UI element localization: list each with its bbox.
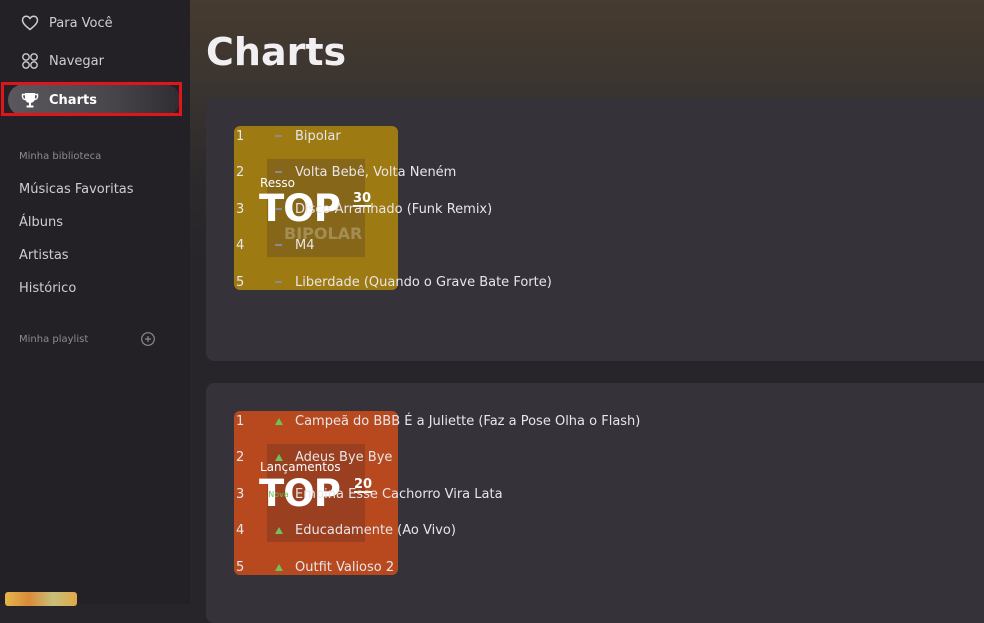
track-title: Liberdade (Quando o Grave Bate Forte) — [295, 274, 552, 290]
track-title: Adeus Bye Bye — [295, 449, 393, 465]
trend-same-icon — [262, 208, 295, 210]
page-title: Charts — [206, 30, 347, 74]
trend-same-icon — [262, 171, 295, 173]
chart-row[interactable]: 1 Bipolar — [236, 126, 341, 146]
track-rank: 3 — [236, 201, 245, 217]
trend-same-icon — [262, 135, 295, 137]
chart-row[interactable]: 5 Outfit Valioso 2 — [236, 557, 394, 577]
trend-up-icon — [262, 417, 295, 425]
trend-up-icon — [262, 453, 295, 461]
grid-icon — [20, 51, 40, 71]
trend-new-label: Nova — [268, 489, 289, 499]
chart-row[interactable]: 2 Volta Bebê, Volta Neném — [236, 162, 456, 182]
chart-row[interactable]: 1 Campeã do BBB É a Juliette (Faz a Pose… — [236, 411, 640, 431]
nav-label: Navegar — [49, 53, 104, 69]
nav-item-para-voce[interactable]: Para Você — [8, 7, 180, 39]
track-title: Empina Esse Cachorro Vira Lata — [295, 486, 503, 502]
chart-row[interactable]: 4 Educadamente (Ao Vivo) — [236, 520, 456, 540]
track-title: Disco Arranhado (Funk Remix) — [295, 201, 493, 217]
track-title: M4 — [295, 237, 315, 253]
track-title: Educadamente (Ao Vivo) — [295, 522, 456, 538]
track-rank: 1 — [236, 413, 245, 429]
library-item-favoritas[interactable]: Músicas Favoritas — [19, 182, 134, 197]
library-section-title: Minha biblioteca — [19, 151, 102, 162]
track-rank: 2 — [236, 449, 245, 465]
track-title: Bipolar — [295, 128, 341, 144]
track-rank: 3 — [236, 486, 245, 502]
track-title: Outfit Valioso 2 — [295, 559, 395, 575]
sidebar: Para Você Navegar Charts Minha bibliotec… — [0, 0, 190, 606]
add-playlist-icon[interactable] — [140, 331, 156, 347]
track-rank: 4 — [236, 237, 245, 253]
track-rank: 5 — [236, 559, 245, 575]
trend-same-icon — [262, 281, 295, 283]
trend-same-icon — [262, 244, 295, 246]
track-rank: 5 — [236, 274, 245, 290]
track-rank: 4 — [236, 522, 245, 538]
chart-row[interactable]: 3 Nova Empina Esse Cachorro Vira Lata — [236, 484, 503, 504]
track-title: Campeã do BBB É a Juliette (Faz a Pose O… — [295, 413, 641, 429]
trend-up-icon — [262, 526, 295, 534]
chart-row[interactable]: 2 Adeus Bye Bye — [236, 447, 392, 467]
library-item-albuns[interactable]: Álbuns — [19, 215, 63, 230]
library-item-artistas[interactable]: Artistas — [19, 248, 69, 263]
chart-row[interactable]: 5 Liberdade (Quando o Grave Bate Forte) — [236, 272, 552, 292]
trend-new-badge: Nova — [262, 490, 295, 499]
trend-up-icon — [262, 563, 295, 571]
nav-label: Para Você — [49, 15, 113, 31]
playlist-section-title: Minha playlist — [19, 334, 89, 345]
track-rank: 1 — [236, 128, 245, 144]
highlight-annotation — [1, 82, 182, 116]
chart-row[interactable]: 4 M4 — [236, 235, 315, 255]
heart-icon — [20, 13, 40, 33]
nav-item-navegar[interactable]: Navegar — [8, 45, 180, 77]
track-rank: 2 — [236, 164, 245, 180]
chart-row[interactable]: 3 Disco Arranhado (Funk Remix) — [236, 199, 492, 219]
library-item-historico[interactable]: Histórico — [19, 281, 76, 296]
track-title: Volta Bebê, Volta Neném — [295, 164, 457, 180]
